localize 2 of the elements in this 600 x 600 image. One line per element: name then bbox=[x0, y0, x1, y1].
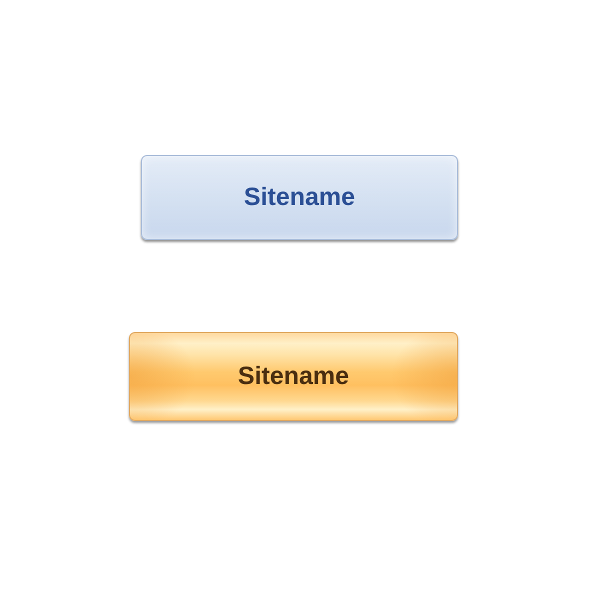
site-button[interactable]: Sitename bbox=[141, 155, 458, 240]
site-button[interactable]: Sitename bbox=[129, 332, 458, 421]
